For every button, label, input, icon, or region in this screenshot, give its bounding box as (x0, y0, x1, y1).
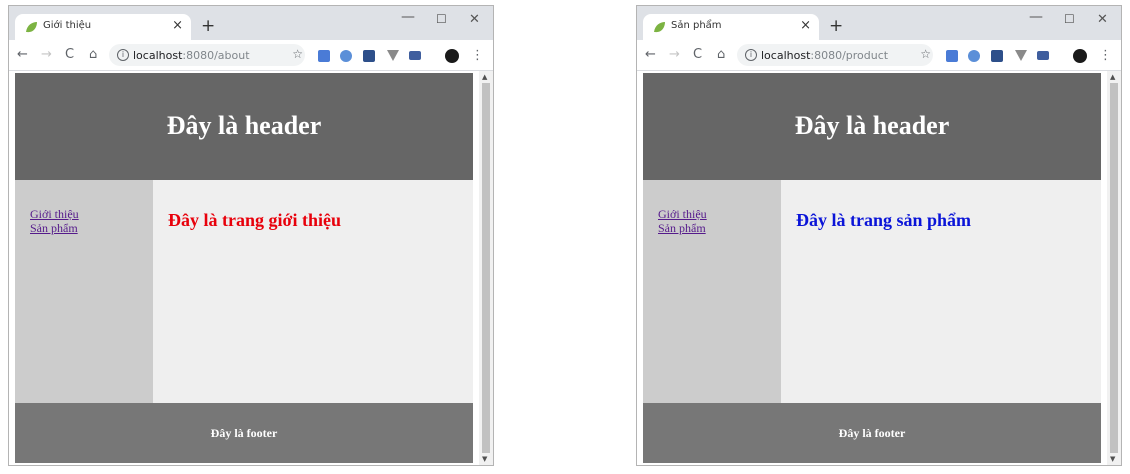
nav-link-product[interactable]: Sản phẩm (30, 221, 78, 236)
leaf-favicon-icon (654, 22, 665, 33)
tab-product[interactable]: Sản phẩm × (643, 14, 819, 40)
kebab-menu-icon[interactable]: ⋮ (1099, 48, 1112, 63)
main-content: Đây là trang sản phẩm (781, 180, 1101, 403)
sidebar: Giới thiệu Sản phẩm (15, 180, 153, 403)
browser-window-about: Giới thiệu × + — ☐ ✕ ← → C ⌂ i localhost… (8, 5, 494, 466)
arrow-left-icon[interactable]: ← (645, 47, 656, 62)
kebab-menu-icon[interactable]: ⋮ (471, 48, 484, 63)
footer-text: Đây là footer (838, 426, 906, 440)
close-tab-icon[interactable]: × (800, 18, 811, 33)
url-text: localhost:8080/about (133, 49, 250, 62)
extension-icon[interactable] (946, 50, 958, 62)
tab-strip: Sản phẩm × + — ☐ ✕ (637, 6, 1121, 40)
vertical-scrollbar[interactable]: ▲ ▼ (479, 71, 493, 465)
info-icon[interactable]: i (745, 49, 757, 61)
info-icon[interactable]: i (117, 49, 129, 61)
tab-strip: Giới thiệu × + — ☐ ✕ (9, 6, 493, 40)
minimize-button[interactable]: — (1029, 9, 1043, 25)
extension-icon[interactable] (1015, 50, 1027, 61)
page-footer: Đây là footer (643, 403, 1101, 463)
page-viewport: Đây là header Giới thiệu Sản phẩm Đây là… (9, 71, 493, 465)
scrollbar-thumb[interactable] (1110, 83, 1118, 453)
address-bar[interactable]: i localhost:8080/about ☆ (109, 44, 305, 66)
nav-link-about[interactable]: Giới thiệu (658, 207, 707, 222)
avatar-icon[interactable] (1073, 49, 1087, 63)
tab-about[interactable]: Giới thiệu × (15, 14, 191, 40)
browser-window-product: Sản phẩm × + — ☐ ✕ ← → C ⌂ i localhost:8… (636, 5, 1122, 466)
url-path: :8080/about (182, 49, 250, 62)
close-window-button[interactable]: ✕ (469, 12, 480, 27)
url-text: localhost:8080/product (761, 49, 888, 62)
minimize-button[interactable]: — (401, 9, 415, 25)
maximize-button[interactable]: ☐ (436, 12, 447, 26)
extension-icon[interactable] (340, 50, 352, 62)
arrow-left-icon[interactable]: ← (17, 47, 28, 62)
sidebar: Giới thiệu Sản phẩm (643, 180, 781, 403)
nav-link-product[interactable]: Sản phẩm (658, 221, 706, 236)
extension-icon[interactable] (968, 50, 980, 62)
scroll-down-icon[interactable]: ▼ (1110, 455, 1115, 463)
extension-icon[interactable] (387, 50, 399, 61)
tab-title: Giới thiệu (43, 20, 92, 31)
extension-icon[interactable] (1037, 51, 1049, 60)
scrollbar-thumb[interactable] (482, 83, 490, 453)
extension-icon[interactable] (318, 50, 330, 62)
page-header: Đây là header (15, 73, 473, 180)
leaf-favicon-icon (26, 22, 37, 33)
content-heading: Đây là trang giới thiệu (168, 210, 341, 230)
vertical-scrollbar[interactable]: ▲ ▼ (1107, 71, 1121, 465)
new-tab-button[interactable]: + (829, 16, 843, 36)
header-title: Đây là header (794, 111, 950, 140)
extension-icon[interactable] (363, 50, 375, 62)
header-title: Đây là header (166, 111, 322, 140)
footer-text: Đây là footer (210, 426, 278, 440)
page-header: Đây là header (643, 73, 1101, 180)
reload-icon[interactable]: C (65, 47, 74, 62)
avatar-icon[interactable] (445, 49, 459, 63)
scroll-up-icon[interactable]: ▲ (1110, 73, 1115, 81)
scroll-down-icon[interactable]: ▼ (482, 455, 487, 463)
maximize-button[interactable]: ☐ (1064, 12, 1075, 26)
url-host: localhost (761, 49, 811, 62)
star-icon[interactable]: ☆ (920, 47, 931, 61)
reload-icon[interactable]: C (693, 47, 702, 62)
browser-toolbar: ← → C ⌂ i localhost:8080/product ☆ ⋮ (637, 40, 1121, 71)
arrow-right-icon[interactable]: → (669, 47, 680, 62)
tab-title: Sản phẩm (671, 20, 722, 31)
page-footer: Đây là footer (15, 403, 473, 463)
content-heading: Đây là trang sản phẩm (796, 210, 972, 230)
url-host: localhost (133, 49, 183, 62)
page-viewport: Đây là header Giới thiệu Sản phẩm Đây là… (637, 71, 1121, 465)
home-icon[interactable]: ⌂ (717, 47, 725, 62)
arrow-right-icon[interactable]: → (41, 47, 52, 62)
url-path: :8080/product (810, 49, 889, 62)
nav-link-about[interactable]: Giới thiệu (30, 207, 79, 222)
browser-toolbar: ← → C ⌂ i localhost:8080/about ☆ ⋮ (9, 40, 493, 71)
scroll-up-icon[interactable]: ▲ (482, 73, 487, 81)
new-tab-button[interactable]: + (201, 16, 215, 36)
star-icon[interactable]: ☆ (292, 47, 303, 61)
extension-icon[interactable] (991, 50, 1003, 62)
extension-icon[interactable] (409, 51, 421, 60)
address-bar[interactable]: i localhost:8080/product ☆ (737, 44, 933, 66)
main-content: Đây là trang giới thiệu (153, 180, 473, 403)
close-tab-icon[interactable]: × (172, 18, 183, 33)
home-icon[interactable]: ⌂ (89, 47, 97, 62)
close-window-button[interactable]: ✕ (1097, 12, 1108, 27)
